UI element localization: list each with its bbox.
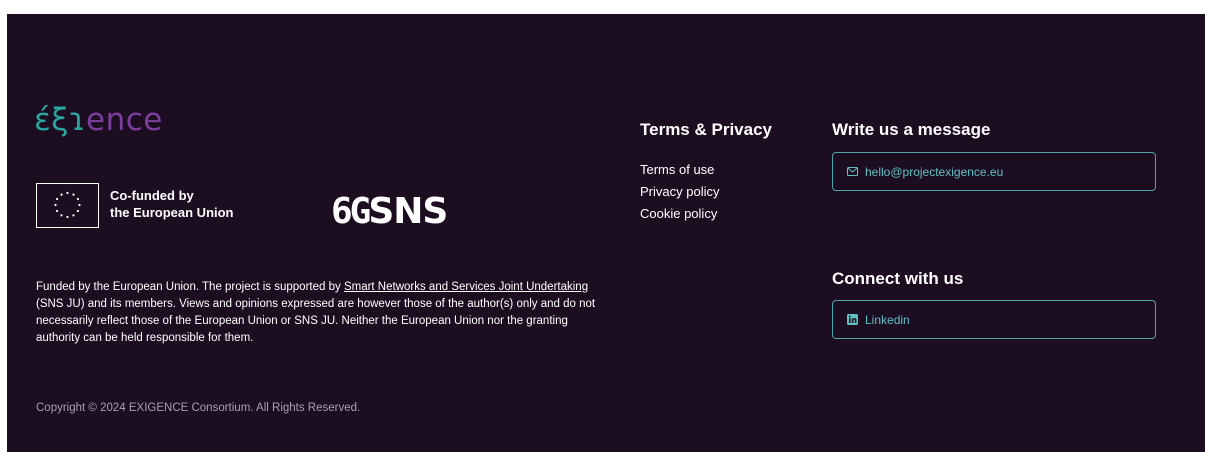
- logo-text-part2: ɿ: [69, 102, 86, 138]
- terms-privacy-heading: Terms & Privacy: [640, 120, 772, 139]
- sns-logo-text: SNS: [368, 191, 448, 232]
- site-footer: έξɿence Co-funded by the European Union: [7, 14, 1205, 452]
- copyright-text: Copyright © 2024 EXIGENCE Consortium. Al…: [36, 402, 361, 414]
- exigence-logo[interactable]: έξɿence: [34, 105, 163, 136]
- eu-flag-logo: [36, 183, 99, 228]
- funding-text-suffix: (SNS JU) and its members. Views and opin…: [36, 298, 596, 344]
- 6gsns-logo[interactable]: 6GSNS: [331, 191, 448, 232]
- eu-stars-icon: [54, 191, 81, 219]
- terms-of-use-link[interactable]: Terms of use: [640, 159, 719, 181]
- connect-heading: Connect with us: [832, 269, 964, 288]
- sns-ju-link[interactable]: Smart Networks and Services Joint Undert…: [344, 281, 588, 293]
- funding-text-prefix: Funded by the European Union. The projec…: [36, 281, 344, 293]
- terms-links-list: Terms of use Privacy policy Cookie polic…: [640, 159, 719, 225]
- linkedin-button[interactable]: Linkedin: [832, 300, 1156, 339]
- logo-text-part3: ence: [86, 102, 163, 138]
- email-button[interactable]: hello@projectexigence.eu: [832, 152, 1156, 191]
- envelope-icon: [847, 167, 858, 176]
- eu-line1: Co-funded by: [110, 188, 194, 203]
- cookie-policy-link[interactable]: Cookie policy: [640, 203, 719, 225]
- linkedin-icon: [847, 314, 858, 325]
- linkedin-label: Linkedin: [865, 312, 910, 327]
- eu-line2: the European Union: [110, 205, 234, 220]
- privacy-policy-link[interactable]: Privacy policy: [640, 181, 719, 203]
- email-address: hello@projectexigence.eu: [865, 164, 1004, 179]
- eu-cofunded-label: Co-funded by the European Union: [110, 187, 234, 221]
- 6g-logo-text: 6G: [331, 191, 371, 232]
- write-message-heading: Write us a message: [832, 120, 991, 139]
- logo-text-part1: έξ: [34, 102, 70, 138]
- funding-disclaimer: Funded by the European Union. The projec…: [36, 279, 596, 347]
